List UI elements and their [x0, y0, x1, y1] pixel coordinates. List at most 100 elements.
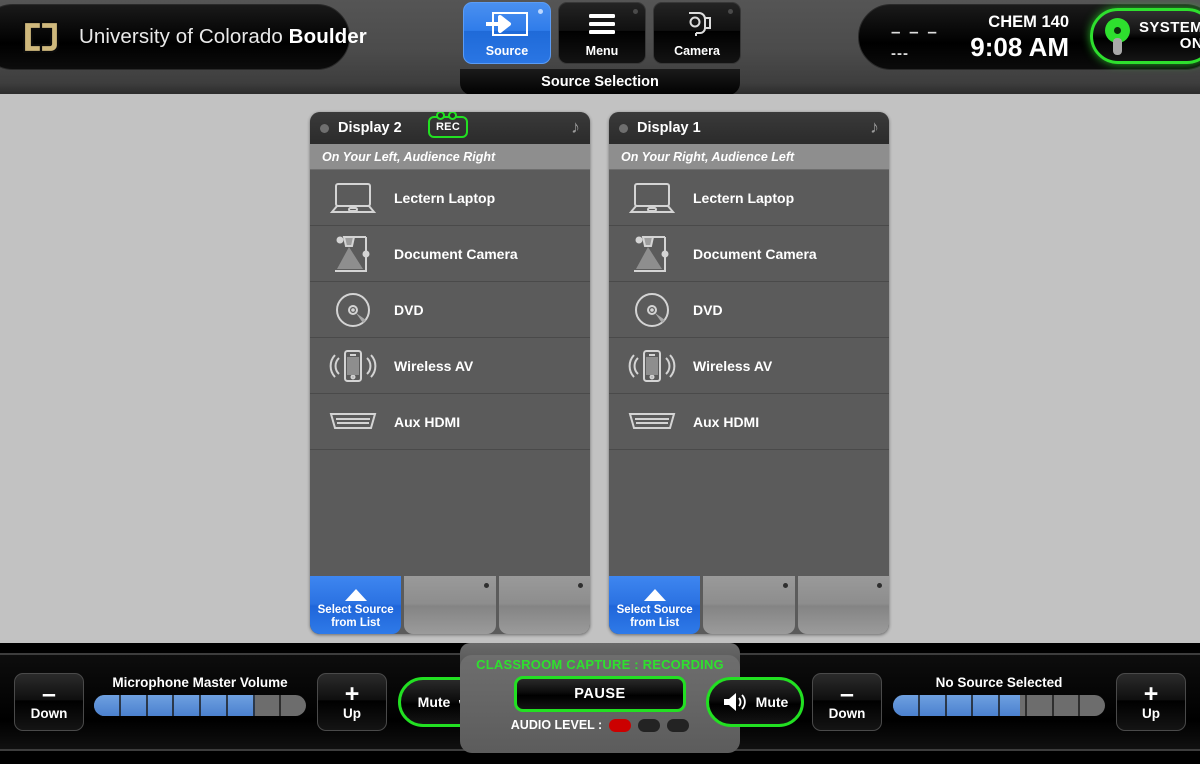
- mic-volume-slider[interactable]: [94, 695, 306, 716]
- camera-icon: [680, 3, 714, 44]
- main-tabs: Source Menu Camera: [463, 2, 741, 64]
- program-volume-control: No Source Selected: [893, 675, 1105, 716]
- capture-pause-button[interactable]: PAUSE: [514, 676, 686, 712]
- tab-indicator-dot: [538, 9, 543, 14]
- audio-level-label: AUDIO LEVEL :: [510, 718, 603, 732]
- preset-indicator-dot: [577, 583, 583, 588]
- classroom-capture-panel: CLASSROOM CAPTURE : RECORDING PAUSE AUDI…: [460, 655, 740, 753]
- tab-menu[interactable]: Menu: [558, 2, 646, 64]
- program-volume-ticks: [893, 695, 1105, 716]
- program-volume-up-label: Up: [1142, 705, 1160, 721]
- tab-camera[interactable]: Camera: [653, 2, 741, 64]
- tab-indicator-dot: [633, 9, 638, 14]
- program-volume-down-label: Down: [828, 705, 866, 721]
- page-title: Source Selection: [460, 69, 740, 95]
- display-1-source-list: Lectern Laptop Document Camera DVD Wirel…: [609, 170, 889, 576]
- source-item-document-camera[interactable]: Document Camera: [310, 226, 590, 282]
- program-mute-label: Mute: [755, 694, 789, 710]
- tab-indicator-dot: [728, 9, 733, 14]
- display-1-preset-button-2[interactable]: [797, 576, 889, 634]
- display-1-title: Display 1: [637, 120, 701, 136]
- document-camera-icon: [326, 234, 380, 274]
- select-source-from-list-button-1[interactable]: Select Source from List: [609, 576, 701, 634]
- source-item-document-camera[interactable]: Document Camera: [609, 226, 889, 282]
- mic-volume-down-button[interactable]: – Down: [14, 673, 84, 731]
- select-source-from-list-button-2[interactable]: Select Source from List: [310, 576, 402, 634]
- minus-icon: –: [840, 679, 854, 708]
- source-item-lectern-laptop[interactable]: Lectern Laptop: [310, 170, 590, 226]
- source-label: Document Camera: [693, 245, 817, 262]
- display-panel-2: Display 2 REC ♪ On Your Left, Audience R…: [310, 112, 590, 634]
- classroom-capture-status: CLASSROOM CAPTURE : RECORDING: [476, 657, 724, 672]
- preset-indicator-dot: [782, 583, 788, 588]
- mic-volume-control: Microphone Master Volume: [94, 675, 306, 716]
- program-volume-up-button[interactable]: + Up: [1116, 673, 1186, 731]
- source-arrow-icon: [484, 3, 530, 44]
- display-1-subtitle-text: On Your Right, Audience Left: [621, 149, 795, 164]
- display-status-dot: [619, 123, 628, 133]
- tab-source[interactable]: Source: [463, 2, 551, 64]
- display-2-footer: Select Source from List: [310, 576, 590, 634]
- dvd-disc-icon: [625, 290, 679, 330]
- recording-badge-label: REC: [435, 121, 461, 133]
- source-item-aux-hdmi[interactable]: Aux HDMI: [609, 394, 889, 450]
- speaker-icon: [722, 691, 748, 713]
- mic-volume-up-label: Up: [343, 705, 361, 721]
- tape-reels-icon: [436, 112, 457, 120]
- branding-text: University of Colorado Boulder: [79, 25, 367, 49]
- select-source-label-line2: from List: [331, 616, 381, 629]
- display-2-preset-button-2[interactable]: [498, 576, 590, 634]
- hamburger-menu-icon: [587, 3, 617, 44]
- mic-mute-label: Mute: [417, 694, 451, 710]
- source-item-wireless-av[interactable]: Wireless AV: [609, 338, 889, 394]
- source-item-lectern-laptop[interactable]: Lectern Laptop: [609, 170, 889, 226]
- system-power-label-line2: ON: [1179, 35, 1200, 52]
- music-note-icon[interactable]: ♪: [571, 118, 580, 136]
- source-item-dvd[interactable]: DVD: [609, 282, 889, 338]
- select-source-label-line2: from List: [630, 616, 680, 629]
- display-1-header: Display 1 ♪: [609, 112, 889, 144]
- source-item-dvd[interactable]: DVD: [310, 282, 590, 338]
- bottom-control-bar: – Down Microphone Master Volume + Up Mut…: [0, 643, 1200, 764]
- wireless-av-icon: [625, 346, 679, 386]
- music-note-icon[interactable]: ♪: [870, 118, 879, 136]
- display-2-preset-button-1[interactable]: [404, 576, 496, 634]
- status-dash-bottom: ---: [891, 45, 909, 62]
- audio-level-pill-3: [667, 718, 690, 732]
- laptop-icon: [326, 178, 380, 218]
- clock-time: 9:08 AM: [970, 32, 1069, 62]
- mic-volume-title: Microphone Master Volume: [112, 675, 288, 690]
- touch-panel-screen: University of Colorado Boulder Source Me…: [0, 0, 1200, 764]
- source-label: DVD: [693, 301, 723, 318]
- display-2-subtitle: On Your Left, Audience Right: [310, 144, 590, 170]
- source-item-aux-hdmi[interactable]: Aux HDMI: [310, 394, 590, 450]
- document-camera-icon: [625, 234, 679, 274]
- plus-icon: +: [1143, 679, 1159, 708]
- wireless-av-icon: [326, 346, 380, 386]
- mic-volume-up-button[interactable]: + Up: [317, 673, 387, 731]
- main-content: Display 2 REC ♪ On Your Left, Audience R…: [0, 94, 1200, 643]
- power-icon: [1105, 18, 1131, 55]
- source-label: Document Camera: [394, 245, 518, 262]
- select-source-label-line1: Select Source: [616, 603, 693, 616]
- tab-menu-label: Menu: [585, 44, 619, 58]
- program-volume-slider[interactable]: [893, 695, 1105, 716]
- display-2-header: Display 2 REC ♪: [310, 112, 590, 144]
- source-label: Wireless AV: [394, 357, 474, 374]
- display-1-preset-button-1[interactable]: [703, 576, 795, 634]
- plus-icon: +: [344, 679, 360, 708]
- display-panel-1: Display 1 ♪ On Your Right, Audience Left: [609, 112, 889, 634]
- system-power-label-line1: SYSTEM: [1139, 19, 1200, 37]
- university-name: University of Colorado: [79, 25, 289, 48]
- tab-source-label: Source: [485, 44, 529, 58]
- source-item-wireless-av[interactable]: Wireless AV: [310, 338, 590, 394]
- system-power-button[interactable]: SYSTEM ON: [1090, 8, 1200, 64]
- hdmi-connector-icon: [326, 402, 380, 442]
- program-mute-button[interactable]: Mute: [706, 677, 804, 727]
- display-2-subtitle-text: On Your Left, Audience Right: [322, 149, 496, 164]
- recording-badge: REC: [428, 112, 468, 138]
- source-label: Lectern Laptop: [693, 189, 795, 206]
- program-volume-down-button[interactable]: – Down: [812, 673, 882, 731]
- display-2-title: Display 2: [338, 120, 402, 136]
- source-label: Wireless AV: [693, 357, 773, 374]
